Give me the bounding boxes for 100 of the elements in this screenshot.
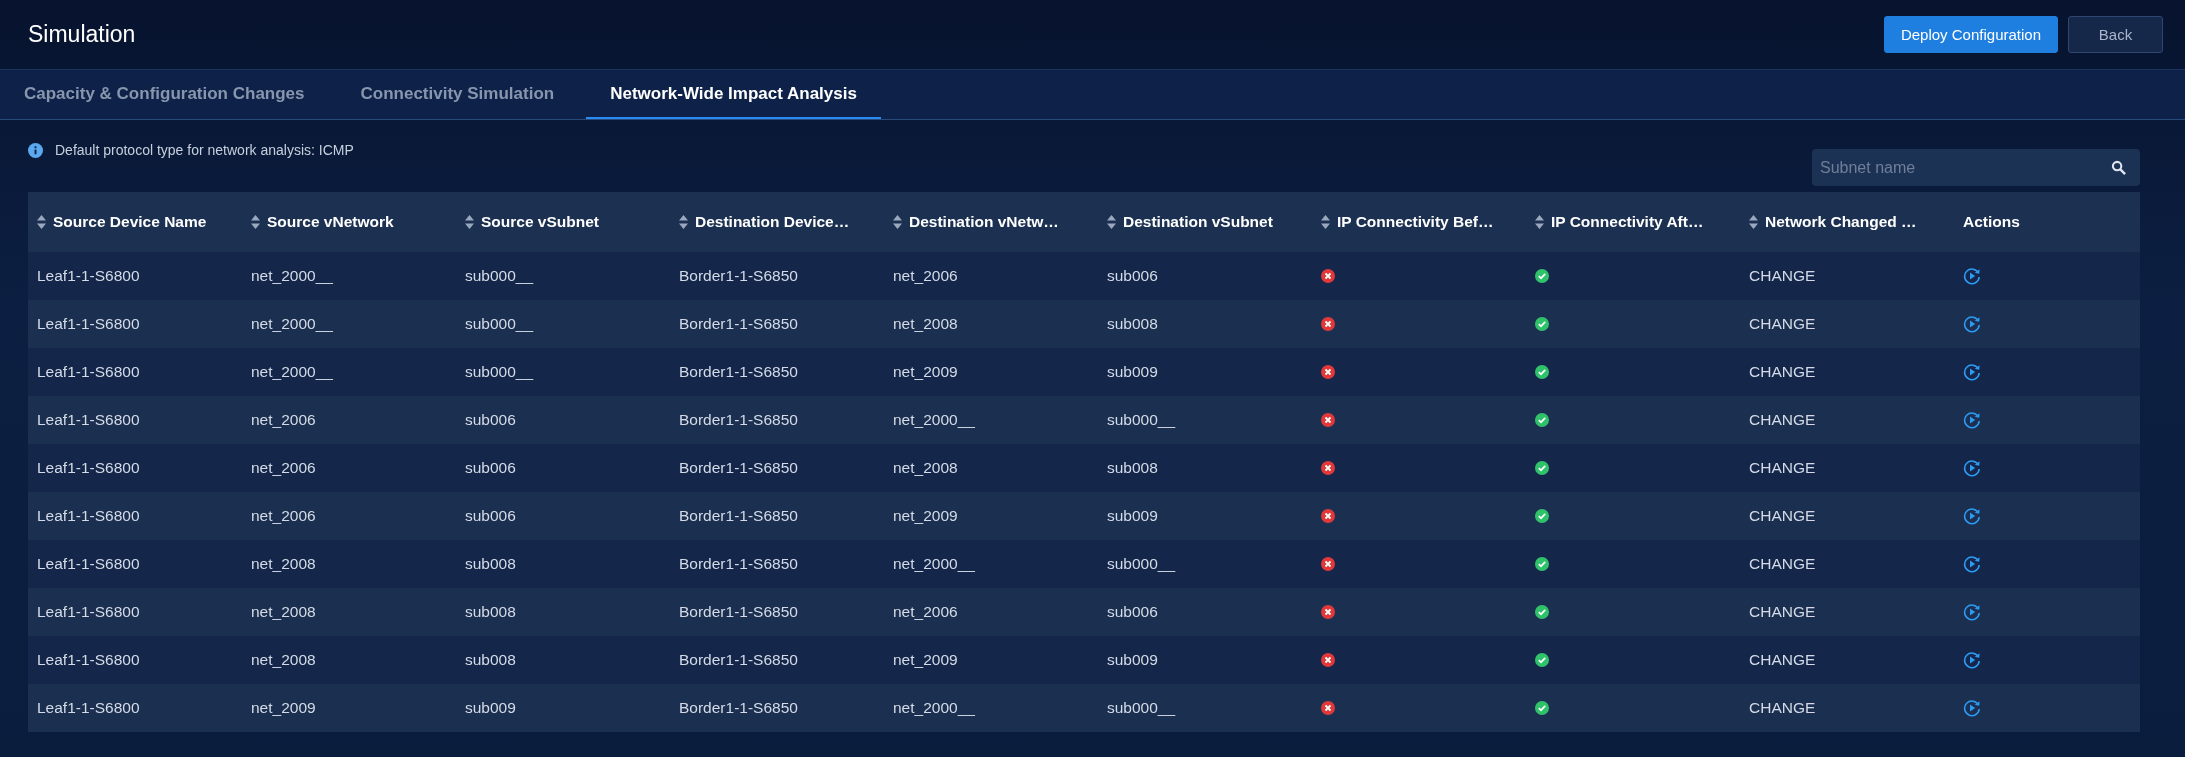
table-cell-text: Leaf1-1-S6800 <box>36 315 141 333</box>
replay-icon[interactable] <box>1963 363 1981 381</box>
sort-icon[interactable] <box>893 215 902 229</box>
table-cell-text: CHANGE <box>1748 459 1817 477</box>
sort-icon[interactable] <box>1321 215 1330 229</box>
column-header: Destination vSubnet <box>1123 213 1273 231</box>
table-cell-text: Border1-1-S6850 <box>678 555 799 573</box>
table-cell-text: sub006 <box>464 459 517 477</box>
table-cell-text: sub000__ <box>464 363 535 381</box>
replay-icon[interactable] <box>1963 267 1981 285</box>
info-icon <box>28 142 43 158</box>
search-field[interactable]: Subnet name <box>1812 149 2140 186</box>
table-cell-text: Border1-1-S6850 <box>678 459 799 477</box>
table-cell-text: net_2006 <box>892 267 959 285</box>
table-cell-text: sub006 <box>464 411 517 429</box>
sort-icon[interactable] <box>1535 215 1544 229</box>
table-cell-text: sub008 <box>464 651 517 669</box>
column-header: Source vSubnet <box>481 213 599 231</box>
table-cell-text: net_2006 <box>250 459 317 477</box>
table-cell-text: sub009 <box>1106 507 1159 525</box>
table-cell-text: CHANGE <box>1748 315 1817 333</box>
table-cell-text: Border1-1-S6850 <box>678 651 799 669</box>
table-cell-text: CHANGE <box>1748 363 1817 381</box>
tab[interactable]: Capacity & Configuration Changes <box>0 70 329 119</box>
sort-icon[interactable] <box>251 215 260 229</box>
replay-icon[interactable] <box>1963 315 1981 333</box>
table-cell-text: Leaf1-1-S6800 <box>36 363 141 381</box>
table-cell-text: CHANGE <box>1748 411 1817 429</box>
table-cell-text: net_2008 <box>250 603 317 621</box>
table-cell-text: net_2000__ <box>250 267 334 285</box>
tab[interactable]: Connectivity Simulation <box>336 70 579 119</box>
table-cell-text: net_2006 <box>892 603 959 621</box>
table-cell-text: sub008 <box>1106 459 1159 477</box>
table-cell-text: Border1-1-S6850 <box>678 507 799 525</box>
table-cell-text: net_2000__ <box>250 315 334 333</box>
table-cell-text: sub000__ <box>1106 411 1177 429</box>
table-cell-text: net_2006 <box>250 507 317 525</box>
page-title: Simulation <box>28 21 136 48</box>
table-cell-text: Border1-1-S6850 <box>678 411 799 429</box>
table-cell-text: Border1-1-S6850 <box>678 699 799 717</box>
table-cell-text: sub006 <box>1106 603 1159 621</box>
table-cell-text: sub008 <box>464 603 517 621</box>
back-button[interactable]: Back <box>2068 16 2163 53</box>
table-cell-text: Border1-1-S6850 <box>678 603 799 621</box>
search-icon[interactable] <box>2111 160 2126 175</box>
table-cell-text: Leaf1-1-S6800 <box>36 267 141 285</box>
replay-icon[interactable] <box>1963 411 1981 429</box>
tab[interactable]: Network-Wide Impact Analysis <box>586 70 881 119</box>
table-cell-text: CHANGE <box>1748 267 1817 285</box>
column-header: Destination vNetw… <box>909 213 1059 231</box>
table-cell-text: sub000__ <box>1106 555 1177 573</box>
deploy-button[interactable]: Deploy Configuration <box>1883 16 2058 53</box>
table-cell-text: net_2000__ <box>892 699 976 717</box>
table-cell-text: CHANGE <box>1748 555 1817 573</box>
table-cell-text: Leaf1-1-S6800 <box>36 411 141 429</box>
table-cell-text: Leaf1-1-S6800 <box>36 603 141 621</box>
sort-icon[interactable] <box>465 215 474 229</box>
replay-icon[interactable] <box>1963 459 1981 477</box>
table-cell-text: sub000__ <box>1106 699 1177 717</box>
table-cell-text: sub009 <box>464 699 517 717</box>
column-header: Destination Device… <box>695 213 850 231</box>
column-header: Source Device Name <box>53 213 207 231</box>
table-cell-text: sub009 <box>1106 363 1159 381</box>
table-cell-text: net_2000__ <box>250 363 334 381</box>
table-cell-text: Leaf1-1-S6800 <box>36 507 141 525</box>
replay-icon[interactable] <box>1963 651 1981 669</box>
replay-icon[interactable] <box>1963 555 1981 573</box>
table-cell-text: Leaf1-1-S6800 <box>36 459 141 477</box>
replay-icon[interactable] <box>1963 507 1981 525</box>
table-cell-text: net_2008 <box>250 651 317 669</box>
table-cell-text: sub009 <box>1106 651 1159 669</box>
table-cell-text: Leaf1-1-S6800 <box>36 651 141 669</box>
table-cell-text: net_2009 <box>892 651 959 669</box>
table-cell-text: net_2006 <box>250 411 317 429</box>
table-cell-text: net_2008 <box>250 555 317 573</box>
column-header: Network Changed … <box>1765 213 1917 231</box>
table-cell-text: Leaf1-1-S6800 <box>36 555 141 573</box>
table-cell-text: net_2009 <box>892 363 959 381</box>
table-cell-text: net_2008 <box>892 315 959 333</box>
table-cell-text: CHANGE <box>1748 699 1817 717</box>
table-cell-text: sub006 <box>1106 267 1159 285</box>
table-cell-text: CHANGE <box>1748 603 1817 621</box>
column-header: IP Connectivity Bef… <box>1337 213 1494 231</box>
sort-icon[interactable] <box>679 215 688 229</box>
column-header: IP Connectivity Aft… <box>1551 213 1704 231</box>
sort-icon[interactable] <box>1749 215 1758 229</box>
sort-icon[interactable] <box>1107 215 1116 229</box>
table-cell-text: net_2009 <box>250 699 317 717</box>
sort-icon[interactable] <box>37 215 46 229</box>
table-cell-text: net_2008 <box>892 459 959 477</box>
replay-icon[interactable] <box>1963 603 1981 621</box>
table-cell-text: sub006 <box>464 507 517 525</box>
info-text: Default protocol type for network analysis: ICMP <box>55 142 354 158</box>
replay-icon[interactable] <box>1963 699 1981 717</box>
table-cell-text: Border1-1-S6850 <box>678 267 799 285</box>
table-cell-text: Border1-1-S6850 <box>678 363 799 381</box>
table-cell-text: net_2009 <box>892 507 959 525</box>
column-header: Actions <box>1963 213 2020 231</box>
table-cell-text: net_2000__ <box>892 411 976 429</box>
table-cell-text: sub008 <box>464 555 517 573</box>
